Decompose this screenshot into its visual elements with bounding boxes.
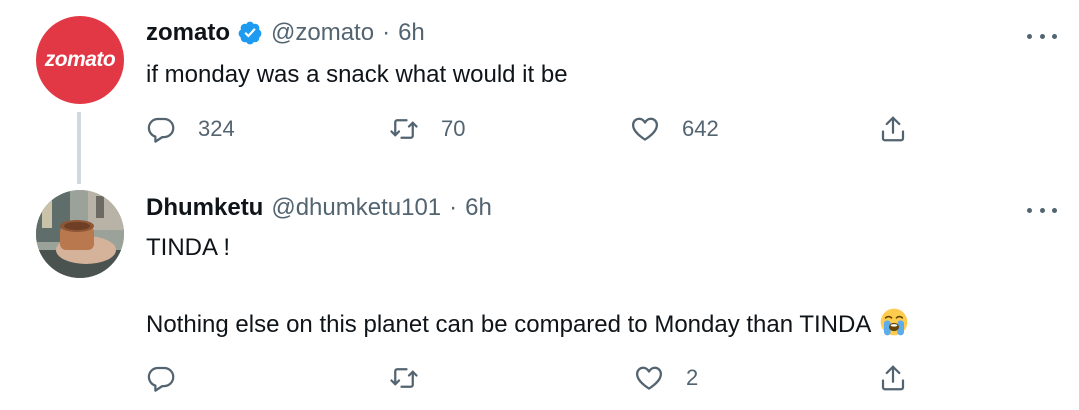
heart-icon [632,117,658,141]
loudly-crying-face-emoji [880,308,908,336]
like-count: 642 [682,116,719,141]
like-count: 2 [686,365,699,390]
avatar-photo [36,190,124,278]
tweet-text-line: Nothing else on this planet can be compa… [146,311,872,338]
share-icon [881,116,905,142]
more-options-button[interactable] [1027,200,1057,220]
like-button[interactable]: 2 [634,363,698,393]
tweet-zomato[interactable]: zomato zomato @zomato · 6h if monday was… [0,0,1079,185]
retweet-button[interactable] [389,363,419,393]
tweet-header: Dhumketu @dhumketu101 · 6h [146,194,492,222]
tweet-actions: 2 [146,363,916,397]
verified-badge-icon [238,21,262,45]
author-name[interactable]: zomato [146,19,230,47]
share-icon [881,365,905,391]
tweet-dhumketu[interactable]: Dhumketu @dhumketu101 · 6h TINDA ! Nothi… [0,185,1079,410]
tweet-text-line: TINDA ! [146,234,231,261]
tweet-text: Nothing else on this planet can be compa… [146,307,909,340]
author-handle[interactable]: @zomato [271,19,374,47]
more-icon-dot [1039,33,1045,39]
avatar-zomato[interactable]: zomato [36,16,124,104]
separator-dot: · [449,194,458,221]
reply-icon [147,117,175,143]
more-icon-dot [1039,207,1045,213]
tweet-text: if monday was a snack what would it be [146,60,568,90]
reply-count: 324 [198,116,235,141]
tweet-actions: 324 70 642 [146,114,916,148]
retweet-button[interactable]: 70 [389,114,465,144]
reply-icon [147,366,175,392]
more-options-button[interactable] [1027,26,1057,46]
reply-button[interactable] [146,363,176,393]
tweet-timestamp[interactable]: 6h [465,194,492,222]
tweet-text: TINDA ! [146,233,230,263]
reply-button[interactable]: 324 [146,114,235,144]
author-handle[interactable]: @dhumketu101 [271,194,441,222]
tweet-header: zomato @zomato · 6h [146,19,425,47]
separator-dot: · [382,19,391,46]
more-icon-dot [1027,207,1032,213]
heart-icon [636,366,662,390]
retweet-count: 70 [441,116,466,141]
share-button[interactable] [878,363,908,393]
zomato-logo: zomato [44,48,116,71]
author-name[interactable]: Dhumketu [146,194,263,222]
avatar-dhumketu[interactable] [36,190,124,278]
more-icon-dot [1027,33,1032,39]
more-icon-dot [1052,207,1057,213]
tweet-text-line: if monday was a snack what would it be [146,61,568,88]
share-button[interactable] [878,114,908,144]
retweet-icon [390,368,418,388]
like-button[interactable]: 642 [630,114,719,144]
more-icon-dot [1052,33,1057,39]
tweet-timestamp[interactable]: 6h [398,19,425,47]
retweet-icon [390,119,418,139]
